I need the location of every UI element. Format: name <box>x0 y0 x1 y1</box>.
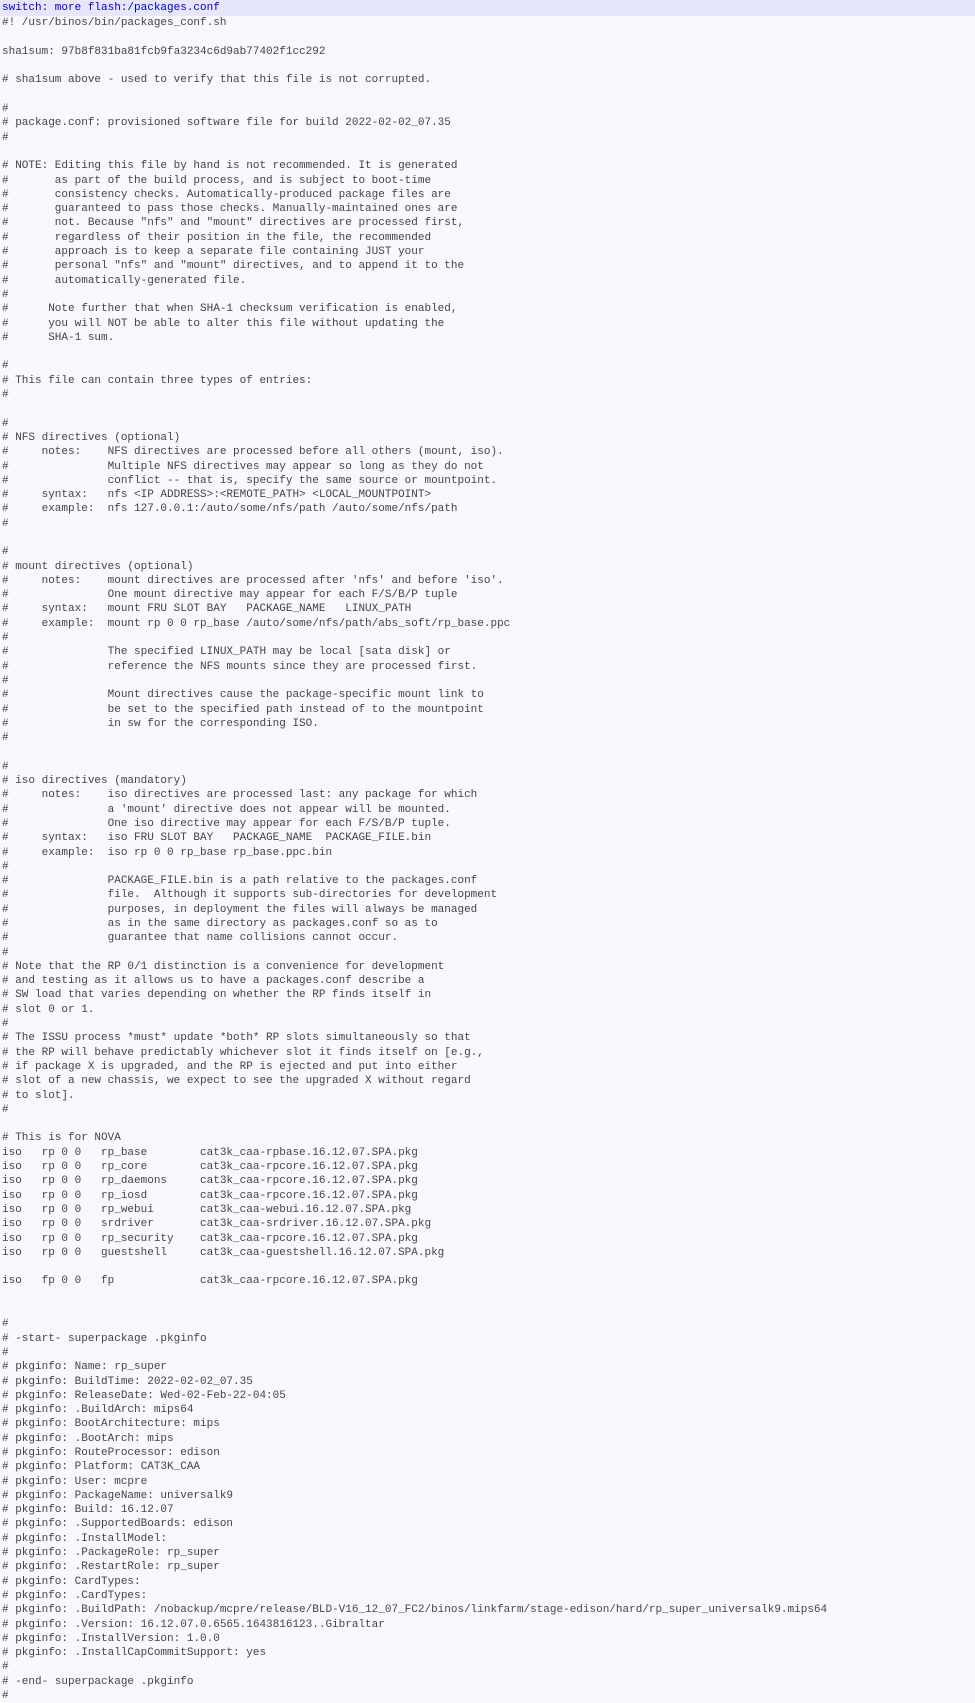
command-prompt[interactable]: switch: more flash:/packages.conf <box>0 0 975 16</box>
terminal-output: #! /usr/binos/bin/packages_conf.sh sha1s… <box>0 16 975 1703</box>
